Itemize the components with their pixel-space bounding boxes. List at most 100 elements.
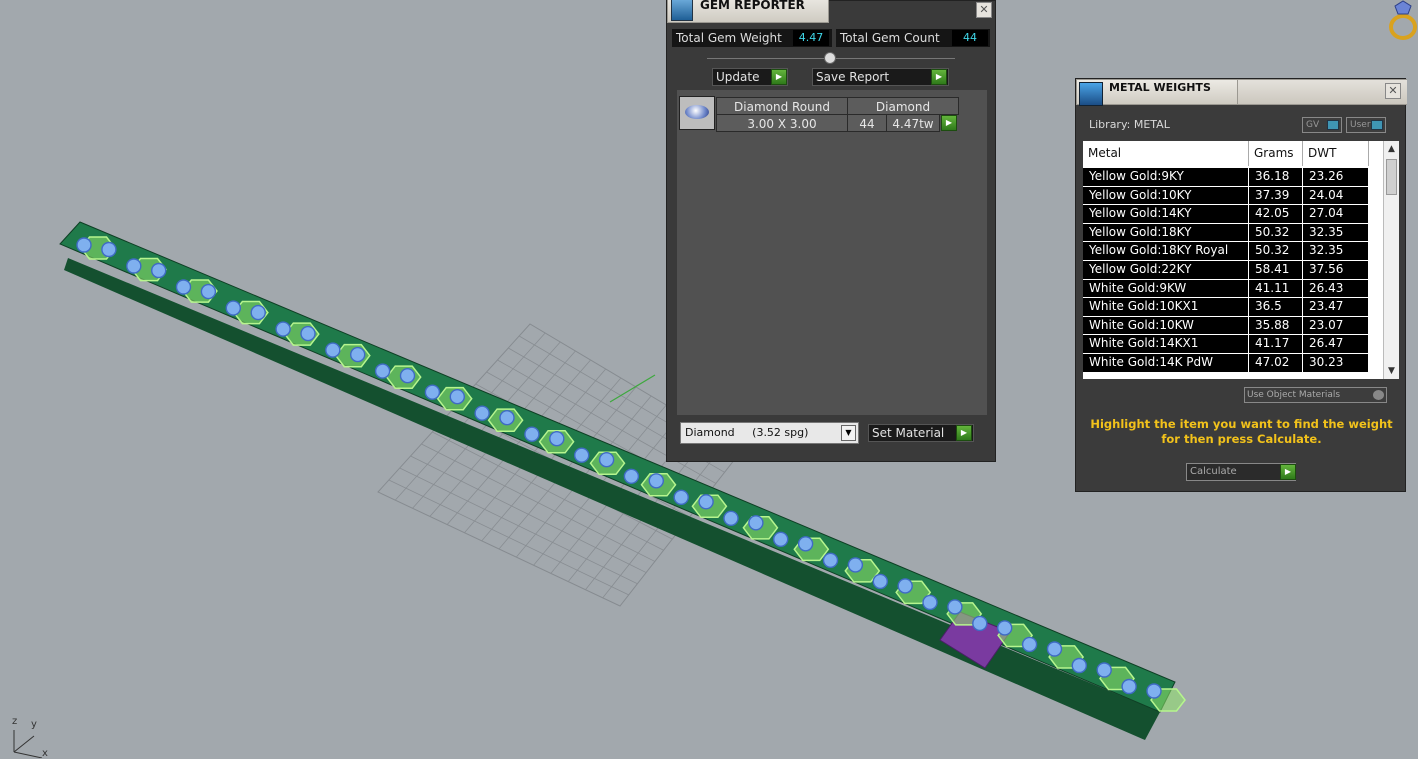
metal-name-cell: Yellow Gold:22KY — [1083, 260, 1249, 279]
calculate-hint: Highlight the item you want to find the … — [1086, 417, 1397, 447]
metal-name-cell: Yellow Gold:14KY — [1083, 205, 1249, 223]
table-scrollbar[interactable]: ▲ ▼ — [1383, 141, 1399, 379]
ring-icon[interactable] — [1381, 0, 1418, 43]
table-row[interactable]: White Gold:10KX1 36.5 23.47 — [1083, 297, 1383, 316]
round-gem — [723, 510, 739, 526]
metal-name-cell: Yellow Gold:18KY Royal — [1083, 242, 1249, 260]
metal-weights-table: Metal Grams DWT Yellow Gold:9KY 36.18 23.2… — [1083, 141, 1399, 379]
gem-reporter-close-button[interactable]: ✕ — [976, 2, 992, 18]
splitter-handle[interactable] — [824, 52, 836, 64]
dwt-cell: 23.47 — [1303, 298, 1369, 316]
dwt-cell: 32.35 — [1303, 223, 1369, 242]
round-gem — [126, 258, 142, 274]
round-gem — [300, 325, 316, 342]
round-gem — [822, 552, 839, 568]
round-gem — [947, 599, 963, 615]
round-gem — [1146, 683, 1162, 699]
grams-cell: 41.11 — [1249, 279, 1303, 298]
library-label: Library: METAL — [1089, 118, 1170, 131]
gem-row-go-icon[interactable]: ▶ — [941, 115, 957, 131]
total-gem-count-value: 44 — [952, 30, 988, 46]
column-header-metal[interactable]: Metal — [1083, 141, 1249, 166]
table-row[interactable]: Yellow Gold:18KY Royal 50.32 32.35 — [1083, 241, 1383, 260]
ring-band[interactable] — [59, 221, 1176, 740]
save-report-button[interactable]: Save Report — [812, 68, 949, 86]
scroll-thumb[interactable] — [1386, 159, 1397, 195]
axis-line-green — [609, 374, 656, 403]
grams-cell: 58.41 — [1249, 260, 1303, 279]
gem-thumbnail — [679, 96, 715, 130]
scroll-up-icon[interactable]: ▲ — [1384, 141, 1399, 157]
metal-weights-title-bar[interactable] — [1238, 79, 1407, 105]
round-gem — [1121, 678, 1137, 695]
metal-weights-title: METAL WEIGHTS — [1109, 81, 1211, 94]
table-row[interactable]: Yellow Gold:9KY 36.18 23.26 — [1083, 167, 1383, 186]
table-row[interactable]: White Gold:9KW 41.11 26.43 — [1083, 278, 1383, 298]
metal-weights-icon — [1079, 82, 1103, 106]
calculate-hint-line-2: for then press Calculate. — [1161, 432, 1322, 446]
chevron-down-icon[interactable]: ▼ — [841, 425, 856, 441]
column-header-grams[interactable]: Grams — [1249, 141, 1303, 166]
table-row[interactable]: White Gold:14K PdW 47.02 30.23 — [1083, 352, 1383, 372]
round-gem — [175, 279, 192, 295]
round-gem — [922, 594, 938, 611]
material-select[interactable]: Diamond (3.52 spg) ▼ — [680, 422, 859, 444]
user-toggle-indicator — [1371, 120, 1383, 130]
metal-name-cell: Yellow Gold:10KY — [1083, 186, 1249, 205]
table-row[interactable]: Yellow Gold:14KY 42.05 27.04 — [1083, 204, 1383, 223]
set-material-go-icon[interactable]: ▶ — [956, 425, 972, 441]
axis-label-y: y — [31, 719, 37, 730]
gv-toggle[interactable]: GV — [1302, 117, 1342, 133]
metal-weights-panel: METAL WEIGHTS ✕ Library: METAL GV User M… — [1075, 78, 1407, 492]
total-gem-weight-value: 4.47 — [793, 30, 829, 46]
scroll-down-icon[interactable]: ▼ — [1384, 363, 1399, 379]
round-gem — [773, 531, 789, 547]
round-gem — [76, 237, 92, 253]
table-row[interactable]: Yellow Gold:18KY 50.32 32.35 — [1083, 222, 1383, 242]
update-go-icon[interactable]: ▶ — [771, 69, 787, 85]
round-gem — [997, 620, 1013, 636]
gem-reporter-icon — [671, 0, 693, 21]
round-gem — [250, 304, 266, 321]
grams-cell: 36.18 — [1249, 168, 1303, 186]
round-gem — [598, 452, 615, 468]
round-gem — [399, 368, 416, 384]
gem-reporter-title-bar[interactable]: GEM REPORTER ✕ — [667, 0, 995, 23]
grams-cell: 47.02 — [1249, 353, 1303, 372]
dwt-cell: 26.43 — [1303, 279, 1369, 298]
table-row[interactable]: Yellow Gold:10KY 37.39 24.04 — [1083, 185, 1383, 205]
update-button-label: Update — [716, 70, 760, 84]
gem-material-cell: Diamond — [847, 97, 959, 115]
calculate-go-icon[interactable]: ▶ — [1280, 464, 1296, 480]
table-row[interactable]: Yellow Gold:22KY 58.41 37.56 — [1083, 259, 1383, 279]
save-report-go-icon[interactable]: ▶ — [931, 69, 947, 85]
round-diamond-icon — [685, 105, 709, 119]
round-gem — [325, 342, 341, 358]
gem-list-row[interactable]: Diamond Round Diamond 3.00 X 3.00 44 4.4… — [677, 90, 987, 134]
gem-list: Diamond Round Diamond 3.00 X 3.00 44 4.4… — [677, 90, 987, 415]
table-row[interactable]: White Gold:14KX1 41.17 26.47 — [1083, 334, 1383, 353]
gem-shape-cell: Diamond Round — [716, 97, 848, 115]
grams-cell: 50.32 — [1249, 242, 1303, 260]
round-gem — [549, 431, 565, 447]
axis-label-x: x — [42, 748, 48, 759]
round-gem — [374, 363, 391, 379]
round-gem — [275, 321, 291, 337]
metal-name-cell: White Gold:10KW — [1083, 316, 1249, 335]
round-gem — [1071, 657, 1088, 674]
gem-reporter-panel: GEM REPORTER ✕ Total Gem Weight 4.47 Tot… — [666, 0, 996, 462]
gv-toggle-label: GV — [1306, 120, 1320, 130]
round-gem — [574, 447, 590, 463]
metal-weights-title-tab[interactable]: METAL WEIGHTS — [1076, 79, 1238, 106]
metal-weights-close-button[interactable]: ✕ — [1385, 83, 1401, 99]
user-toggle[interactable]: User — [1346, 117, 1386, 133]
dwt-cell: 24.04 — [1303, 186, 1369, 205]
round-gem — [474, 405, 490, 421]
metal-weights-rows: Yellow Gold:9KY 36.18 23.26 Yellow Gold:10K… — [1083, 167, 1383, 372]
grams-cell: 37.39 — [1249, 186, 1303, 205]
column-header-dwt[interactable]: DWT — [1303, 141, 1369, 166]
table-row[interactable]: White Gold:10KW 35.88 23.07 — [1083, 315, 1383, 335]
gem-reporter-title-tab[interactable]: GEM REPORTER — [667, 0, 829, 23]
round-gem — [1046, 641, 1063, 657]
use-object-materials-toggle[interactable]: Use Object Materials — [1244, 387, 1387, 403]
